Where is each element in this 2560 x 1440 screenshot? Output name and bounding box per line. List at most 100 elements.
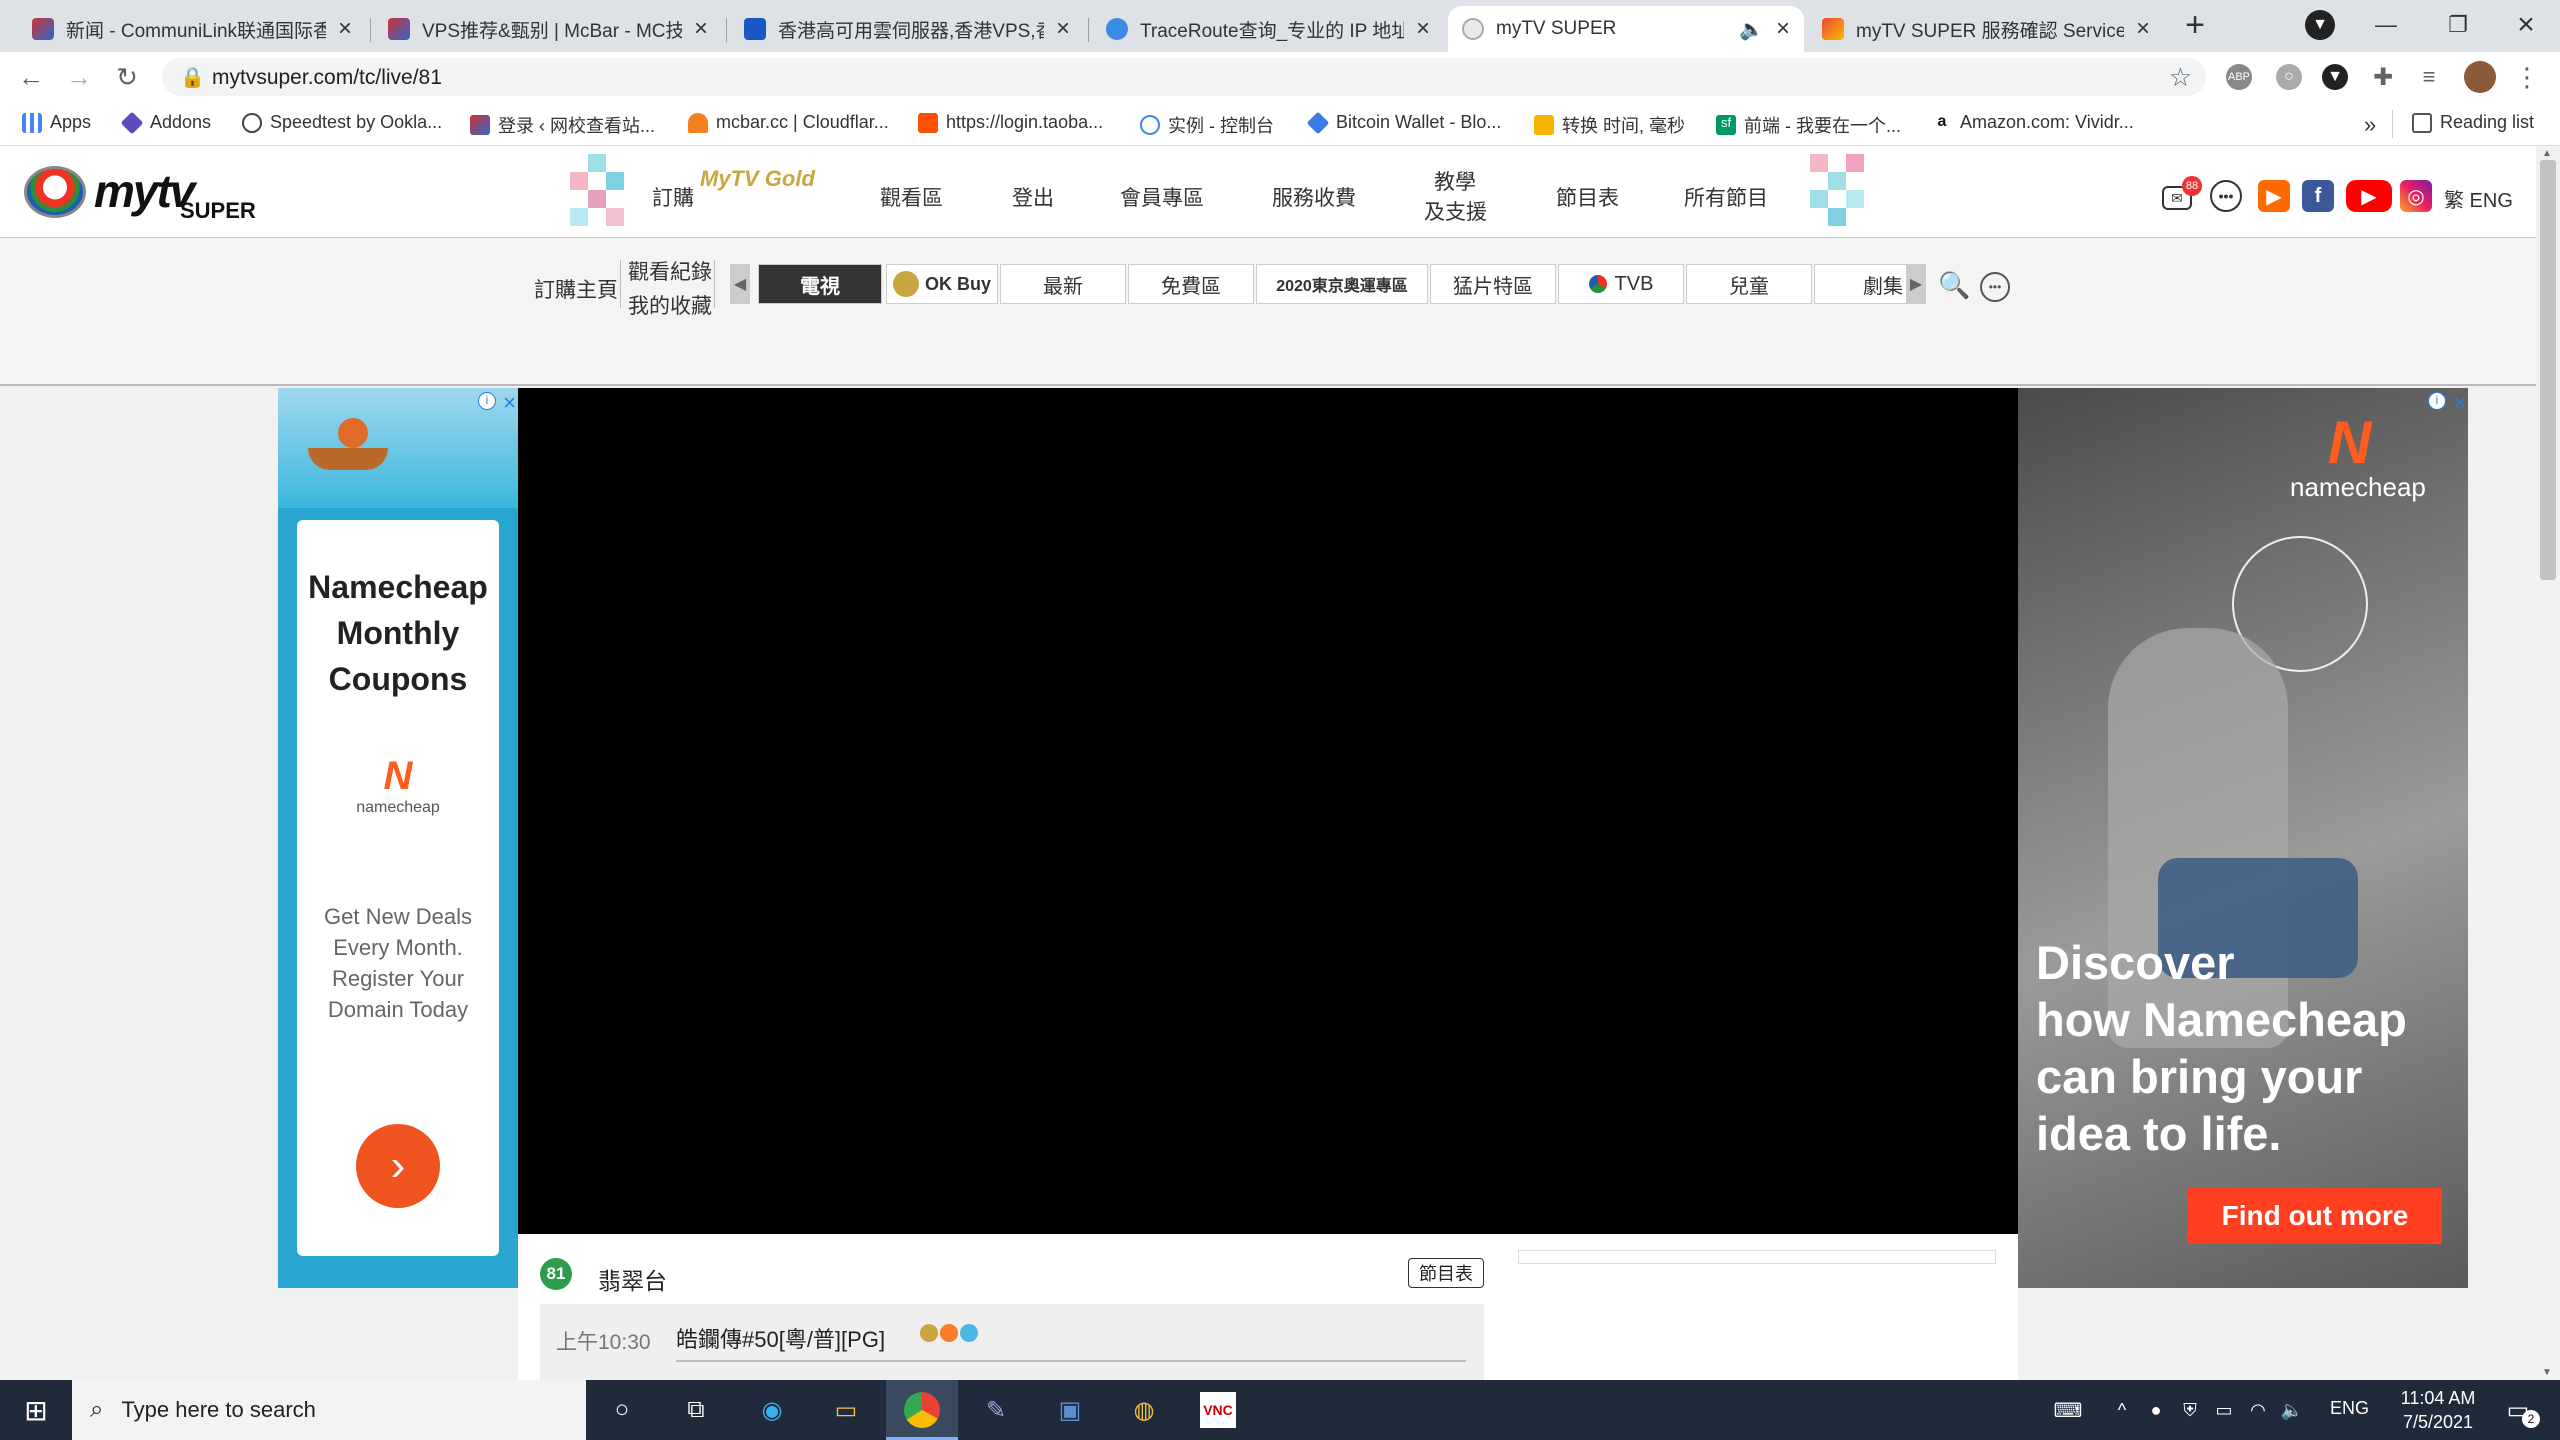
keyboard-icon[interactable]: ⌨	[2050, 1392, 2086, 1428]
taskbar-search-box[interactable]: ⌕ Type here to search	[72, 1380, 586, 1440]
url-text[interactable]: mytvsuper.com/tc/live/81	[212, 66, 442, 90]
site-logo[interactable]: mytv	[94, 164, 195, 218]
media-app-icon[interactable]: ▶	[2258, 180, 2290, 212]
minimize-button[interactable]: —	[2356, 8, 2416, 42]
chat-bubble-icon[interactable]: •••	[1980, 272, 2010, 302]
bookmark-amazon[interactable]: a Amazon.com: Vividr...	[1932, 112, 2134, 133]
youtube-icon[interactable]: ▶	[2346, 180, 2392, 212]
task-view-icon[interactable]: ⧉	[678, 1392, 714, 1428]
close-tab-icon[interactable]: ×	[338, 15, 352, 43]
scroll-left-button[interactable]: ◀	[730, 264, 750, 304]
watch-history-link[interactable]: 觀看紀錄	[628, 256, 712, 286]
app-icon[interactable]: ◍	[1126, 1392, 1162, 1428]
tab-search-button[interactable]: ▼	[2300, 8, 2340, 42]
input-language[interactable]: ENG	[2330, 1398, 2369, 1419]
tvb-logo-icon[interactable]	[24, 166, 86, 218]
favourites-link[interactable]: 我的收藏	[628, 290, 712, 320]
clock[interactable]: 11:04 AM 7/5/2021	[2380, 1386, 2496, 1434]
bookmark-time[interactable]: 转换 时间, 毫秒	[1534, 112, 1685, 138]
file-explorer-icon[interactable]: ▭	[828, 1392, 864, 1428]
tray-overflow-icon[interactable]: ^	[2104, 1392, 2140, 1428]
nav-support-1[interactable]: 教學	[1434, 166, 1476, 196]
bookmarks-overflow-button[interactable]: »	[2364, 112, 2376, 138]
subscribe-gold-link[interactable]: 訂購	[652, 182, 694, 212]
tab-traceroute[interactable]: TraceRoute查询_专业的 IP 地址库 ×	[1092, 6, 1444, 52]
remote-desktop-icon[interactable]: ▣	[1052, 1392, 1088, 1428]
vnc-icon[interactable]: VNC	[1200, 1392, 1236, 1428]
close-tab-icon[interactable]: ×	[1776, 15, 1790, 43]
scroll-down-icon[interactable]: ▼	[2542, 1367, 2552, 1378]
reload-button[interactable]: ↻	[110, 60, 144, 94]
tab-communilink[interactable]: 新闻 - CommuniLink联通国际香港 ×	[18, 6, 366, 52]
security-icon[interactable]: ⛨	[2172, 1392, 2208, 1428]
bookmark-mcbar[interactable]: mcbar.cc | Cloudflar...	[688, 112, 889, 133]
ad-close-icon[interactable]: ×	[2453, 390, 2466, 416]
right-advertisement[interactable]: i × N namecheap Discover how Namecheap c…	[2018, 388, 2468, 1288]
facebook-icon[interactable]: f	[2302, 180, 2334, 212]
notepad-icon[interactable]: ✎	[978, 1392, 1014, 1428]
subtab-free[interactable]: 免費區	[1128, 264, 1254, 304]
nav-watch-zone[interactable]: 觀看區	[880, 182, 943, 212]
puzzle-icon[interactable]: ✚	[2370, 64, 2396, 91]
close-tab-icon[interactable]: ×	[694, 15, 708, 43]
search-icon[interactable]: 🔍	[1938, 270, 1970, 301]
subtab-kids[interactable]: 兒童	[1686, 264, 1812, 304]
instagram-icon[interactable]: ◎	[2400, 180, 2432, 212]
scroll-right-button[interactable]: ▶	[1906, 264, 1926, 304]
reading-list-button[interactable]: Reading list	[2412, 112, 2534, 133]
subtab-latest[interactable]: 最新	[1000, 264, 1126, 304]
back-button[interactable]: ←	[14, 60, 48, 94]
kebab-menu-icon[interactable]: ⋮	[2514, 62, 2540, 92]
subtab-olympics[interactable]: 2020東京奧運專區	[1256, 264, 1428, 304]
avatar[interactable]	[2464, 61, 2496, 93]
left-advertisement[interactable]: i × Namecheap Monthly Coupons N namechea…	[278, 388, 518, 1288]
close-window-button[interactable]: ×	[2496, 8, 2556, 42]
new-tab-button[interactable]: +	[2170, 6, 2220, 44]
media-control-icon[interactable]: ≡	[2416, 64, 2442, 90]
bookmark-speedtest[interactable]: Speedtest by Ookla...	[242, 112, 442, 133]
nav-all-programs[interactable]: 所有節目	[1684, 182, 1768, 212]
tray-app-icon[interactable]: ●	[2138, 1392, 2174, 1428]
bookmark-frontend[interactable]: sf 前端 - 我要在一个...	[1716, 112, 1901, 138]
location-pin-icon[interactable]: ▼	[2322, 64, 2348, 90]
bookmark-console[interactable]: 实例 - 控制台	[1140, 112, 1274, 138]
battery-icon[interactable]: ▭	[2206, 1392, 2242, 1428]
scrollbar-thumb[interactable]	[2540, 160, 2556, 580]
ad-info-icon[interactable]: i	[478, 392, 496, 410]
bookmark-bitcoin[interactable]: Bitcoin Wallet - Blo...	[1306, 111, 1501, 134]
forward-button[interactable]: →	[62, 60, 96, 94]
address-bar[interactable]: 🔒 mytvsuper.com/tc/live/81 ☆	[162, 58, 2206, 96]
edge-icon[interactable]: ◉	[754, 1392, 790, 1428]
video-player[interactable]	[518, 388, 2018, 1234]
ad-info-icon[interactable]: i	[2428, 392, 2446, 410]
find-out-more-button[interactable]: Find out more	[2188, 1188, 2442, 1244]
nav-pricing[interactable]: 服務收費	[1272, 182, 1356, 212]
close-tab-icon[interactable]: ×	[1056, 15, 1070, 43]
cortana-icon[interactable]: ○	[604, 1392, 640, 1428]
extension-icon[interactable]: ○	[2276, 64, 2302, 90]
schedule-button[interactable]: 節目表	[1408, 1258, 1484, 1288]
tab-mytv-super[interactable]: myTV SUPER 🔈 ×	[1448, 6, 1804, 52]
restore-button[interactable]: ❐	[2428, 8, 2488, 42]
nav-logout[interactable]: 登出	[1012, 182, 1054, 212]
bookmark-star-icon[interactable]: ☆	[2169, 62, 2192, 93]
bookmark-addons[interactable]: Addons	[120, 111, 211, 134]
chrome-taskbar-item[interactable]	[886, 1380, 958, 1440]
language-switch[interactable]: 繁 ENG	[2444, 184, 2513, 213]
close-tab-icon[interactable]: ×	[1416, 15, 1430, 43]
speaker-icon[interactable]: 🔈	[1739, 17, 1764, 42]
nav-schedule[interactable]: 節目表	[1556, 182, 1619, 212]
volume-icon[interactable]: 🔈	[2274, 1392, 2310, 1428]
tab-mytv-service[interactable]: myTV SUPER 服務確認 Service Co ×	[1808, 6, 2164, 52]
tab-mcbar[interactable]: VPS推荐&甄别 | McBar - MC技术 ×	[374, 6, 722, 52]
page-scrollbar[interactable]: ▲ ▼	[2536, 146, 2560, 1380]
subtab-tv[interactable]: 電視	[758, 264, 882, 304]
ad-arrow-button[interactable]: ›	[356, 1124, 440, 1208]
subtab-movies[interactable]: 猛片特區	[1430, 264, 1556, 304]
nav-member-zone[interactable]: 會員專區	[1120, 182, 1204, 212]
program-row[interactable]: 上午10:30 皓鑭傳#50[粵/普][PG]	[540, 1304, 1484, 1380]
wifi-icon[interactable]: ◠	[2240, 1392, 2276, 1428]
bookmark-apps[interactable]: Apps	[22, 112, 91, 133]
ad-close-icon[interactable]: ×	[503, 390, 516, 416]
subtab-okbuy[interactable]: OK Buy	[886, 264, 998, 304]
